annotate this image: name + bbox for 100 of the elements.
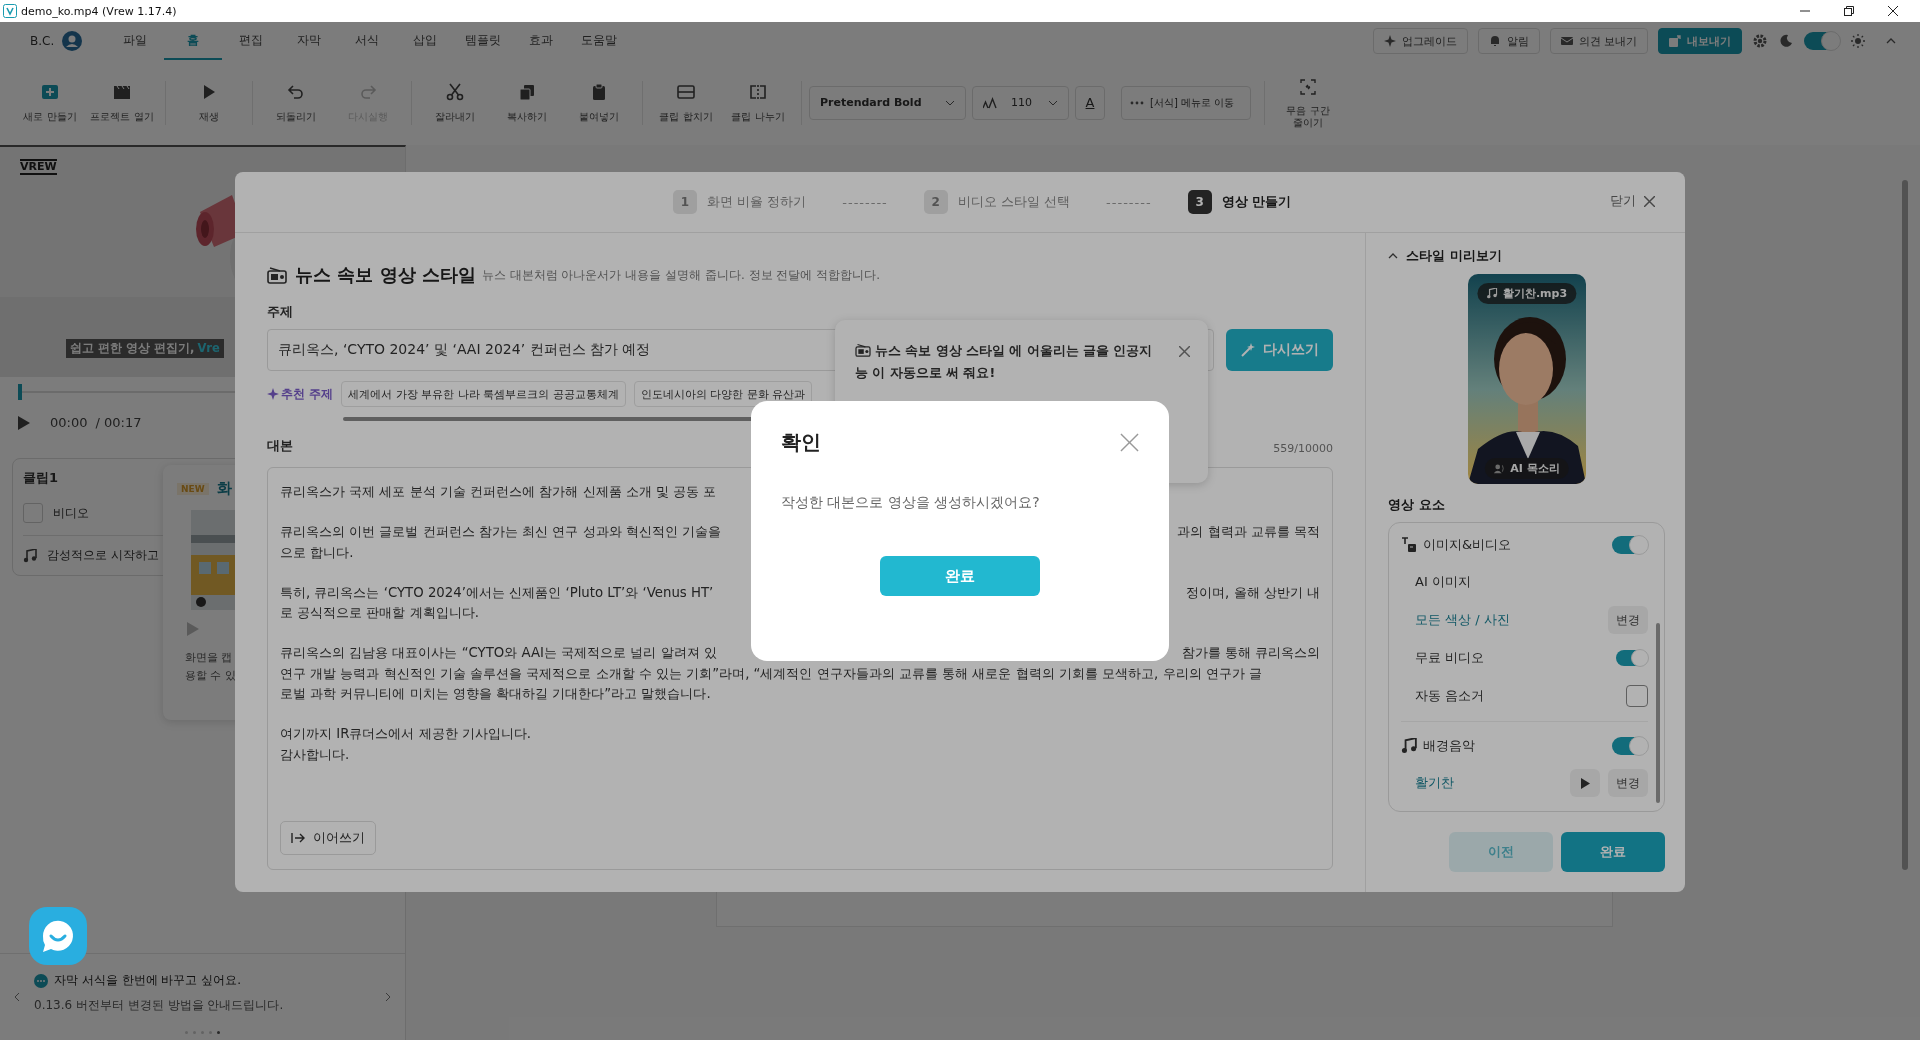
script-text: 정이며, 올해 상반기 내 [1186, 583, 1320, 602]
toolbar-button[interactable]: 프로젝트 열기 [86, 72, 158, 133]
toolbar-button[interactable]: 클립 합치기 [650, 72, 722, 133]
radio-icon [855, 343, 871, 357]
toggle-switch[interactable] [1616, 650, 1648, 666]
element-label: 무료 비디오 [1415, 649, 1485, 667]
script-text: 로벌 과학 커뮤니티에 미치는 영향을 확대하길 기대한다”라고 말했습니다. [280, 685, 711, 704]
wizard-step[interactable]: 2 비디오 스타일 선택 [923, 190, 1071, 214]
chevron-right-icon[interactable] [385, 992, 391, 1002]
scrollbar[interactable] [1656, 623, 1660, 803]
export-icon [1669, 35, 1681, 47]
toggle-switch[interactable] [1612, 737, 1648, 755]
restore-icon[interactable] [1844, 6, 1854, 16]
done-button[interactable]: 완료 [880, 556, 1040, 596]
clip-label: 감성적으로 시작하고 [47, 548, 159, 563]
close-icon [1644, 195, 1655, 207]
close-button[interactable]: 닫기 [1610, 192, 1655, 210]
logo: VREW [20, 159, 57, 175]
sparkle-icon [267, 388, 279, 400]
tip-title: 자막 서식을 한번에 바꾸고 싶어요. [54, 972, 242, 989]
section-title: 스타일 미리보기 [1406, 247, 1502, 265]
change-button[interactable]: 변경 [1608, 769, 1648, 797]
window-title: demo_ko.mp4 (Vrew 1.17.4) [21, 4, 177, 18]
wizard-step[interactable]: 1 화면 비율 정하기 [673, 190, 807, 214]
toggle-switch[interactable] [1612, 536, 1648, 554]
font-size-dropdown[interactable]: 110 [972, 85, 1069, 120]
menu-tab[interactable]: 도움말 [570, 22, 629, 60]
close-icon[interactable] [1888, 6, 1898, 16]
script-text: 큐리옥스의 김남용 대표이사는 “CYTO와 AAI는 국제적으로 널리 알려져 있 [280, 644, 717, 663]
caption-text: 쉽고 편한 영상 편집기, [70, 341, 195, 356]
text-color-button[interactable]: A [1075, 85, 1105, 120]
menu-tab[interactable]: 삽입 [396, 22, 455, 60]
script-text: 특히, 큐리옥스는 ‘CYTO 2024’에서는 신제품인 ‘Pluto LT’와 ‘Venus HT’ [280, 583, 714, 602]
done-button[interactable]: 완료 [1561, 832, 1665, 872]
toolbar-button[interactable]: 클립 나누기 [722, 72, 794, 133]
suggestion-label: 추천 주제 [267, 385, 334, 403]
menu-tab[interactable]: 서식 [338, 22, 397, 60]
menu-tab[interactable]: 파일 [106, 22, 165, 60]
menu-tab[interactable]: 편집 [222, 22, 281, 60]
avatar-icon[interactable] [62, 31, 83, 51]
user-name: B.C. [30, 34, 55, 48]
wizard-step[interactable]: 3 영상 만들기 [1187, 190, 1292, 214]
toolbar-button[interactable]: 되돌리기 [260, 72, 332, 133]
script-text: 큐리옥스의 이번 글로벌 컨퍼런스 참가는 최신 연구 성과와 혁신적인 기술을 [280, 523, 722, 542]
script-text: 으로 합니다. [280, 543, 354, 562]
change-button[interactable]: 변경 [1608, 606, 1648, 634]
font-dropdown[interactable]: Pretendard Bold [809, 85, 966, 120]
section-title: 영상 요소 [1388, 496, 1446, 514]
chevron-left-icon[interactable] [14, 992, 20, 1002]
card-title: 화 [216, 479, 232, 498]
sun-icon [1850, 33, 1866, 49]
scrollbar[interactable] [1902, 180, 1908, 870]
style-description: 뉴스 대본처럼 아나운서가 내용을 설명해 줍니다. 정보 전달에 적합합니다. [481, 266, 880, 284]
toolbar-button[interactable]: 무음 구간 줄이기 [1272, 72, 1344, 133]
moon-icon [1778, 33, 1794, 49]
continue-writing-button[interactable]: 이어쓰기 [280, 821, 376, 855]
checkbox[interactable] [23, 503, 43, 523]
music-badge: 활기찬.mp3 [1476, 283, 1577, 304]
step-label: 화면 비율 정하기 [707, 193, 807, 211]
play-icon[interactable] [18, 415, 30, 430]
menu-tab[interactable]: 홈 [164, 22, 223, 60]
chat-icon[interactable] [29, 907, 87, 965]
chevron-up-icon[interactable] [1388, 253, 1398, 259]
theme-toggle[interactable] [1804, 32, 1840, 50]
font-size-icon [983, 96, 997, 109]
toolbar-button[interactable]: 업그레이드 [1372, 28, 1468, 54]
rewrite-button[interactable]: 다시쓰기 [1226, 329, 1333, 371]
dialog-message: 작성한 대본으로 영상을 생성하시겠어요? [781, 494, 1041, 512]
menu-tab[interactable]: 효과 [512, 22, 571, 60]
element-label: 배경음악 [1423, 737, 1475, 755]
scissors-icon [445, 81, 465, 102]
export-button[interactable]: 내보내기 [1658, 28, 1742, 54]
step-label: 비디오 스타일 선택 [957, 193, 1071, 211]
toolbar-button[interactable]: 알림 [1477, 28, 1540, 54]
play-button[interactable] [1570, 769, 1600, 797]
radio-icon [267, 266, 287, 284]
toolbar-button[interactable]: 새로 만들기 [14, 72, 86, 133]
page-dot[interactable] [217, 1031, 220, 1034]
bell-icon [1488, 35, 1501, 47]
chat-icon [34, 973, 48, 988]
step-label: 영상 만들기 [1221, 193, 1292, 211]
format-link-button[interactable]: [서식] 메뉴로 이동 [1121, 85, 1251, 120]
toolbar-button[interactable]: 복사하기 [491, 72, 563, 133]
toolbar-button[interactable]: 잘라내기 [419, 72, 491, 133]
menu-tab[interactable]: 자막 [280, 22, 339, 60]
script-text: 연구 개발 능력과 혁신적인 기술 솔루션을 국제적으로 소개할 수 있는 기회”라며, “세계적인 연구자들과의 교류를 통해 새로운 협력의 기회를 모색하고, 우리의 연구가 글 [280, 664, 1262, 683]
option-value: 모든 색상 / 사진 [1415, 611, 1510, 629]
checkbox[interactable] [1626, 685, 1648, 707]
tip-text: 0.13.6 버전부터 변경된 방법을 안내드립니다. [34, 997, 285, 1014]
toolbar-button[interactable]: 의견 보내기 [1549, 28, 1648, 54]
script-text: 큐리옥스가 국제 세포 분석 기술 컨퍼런스에 참가해 신제품 소개 및 공동 포 [280, 483, 717, 501]
caret-up-icon[interactable] [1886, 38, 1896, 44]
toolbar-button[interactable]: 붙여넣기 [563, 72, 635, 133]
settings-icon[interactable] [1752, 33, 1768, 49]
topic-chip[interactable]: 세계에서 가장 부유한 나라 룩셈부르크의 공공교통체계 [341, 381, 626, 407]
trim-icon [1298, 76, 1318, 97]
script-text: 과의 협력과 교류를 목적 [1177, 523, 1320, 542]
card-text: 화면을 캡 [185, 650, 233, 665]
toolbar-button[interactable]: 재생 [173, 72, 245, 133]
menu-tab[interactable]: 템플릿 [454, 22, 513, 60]
